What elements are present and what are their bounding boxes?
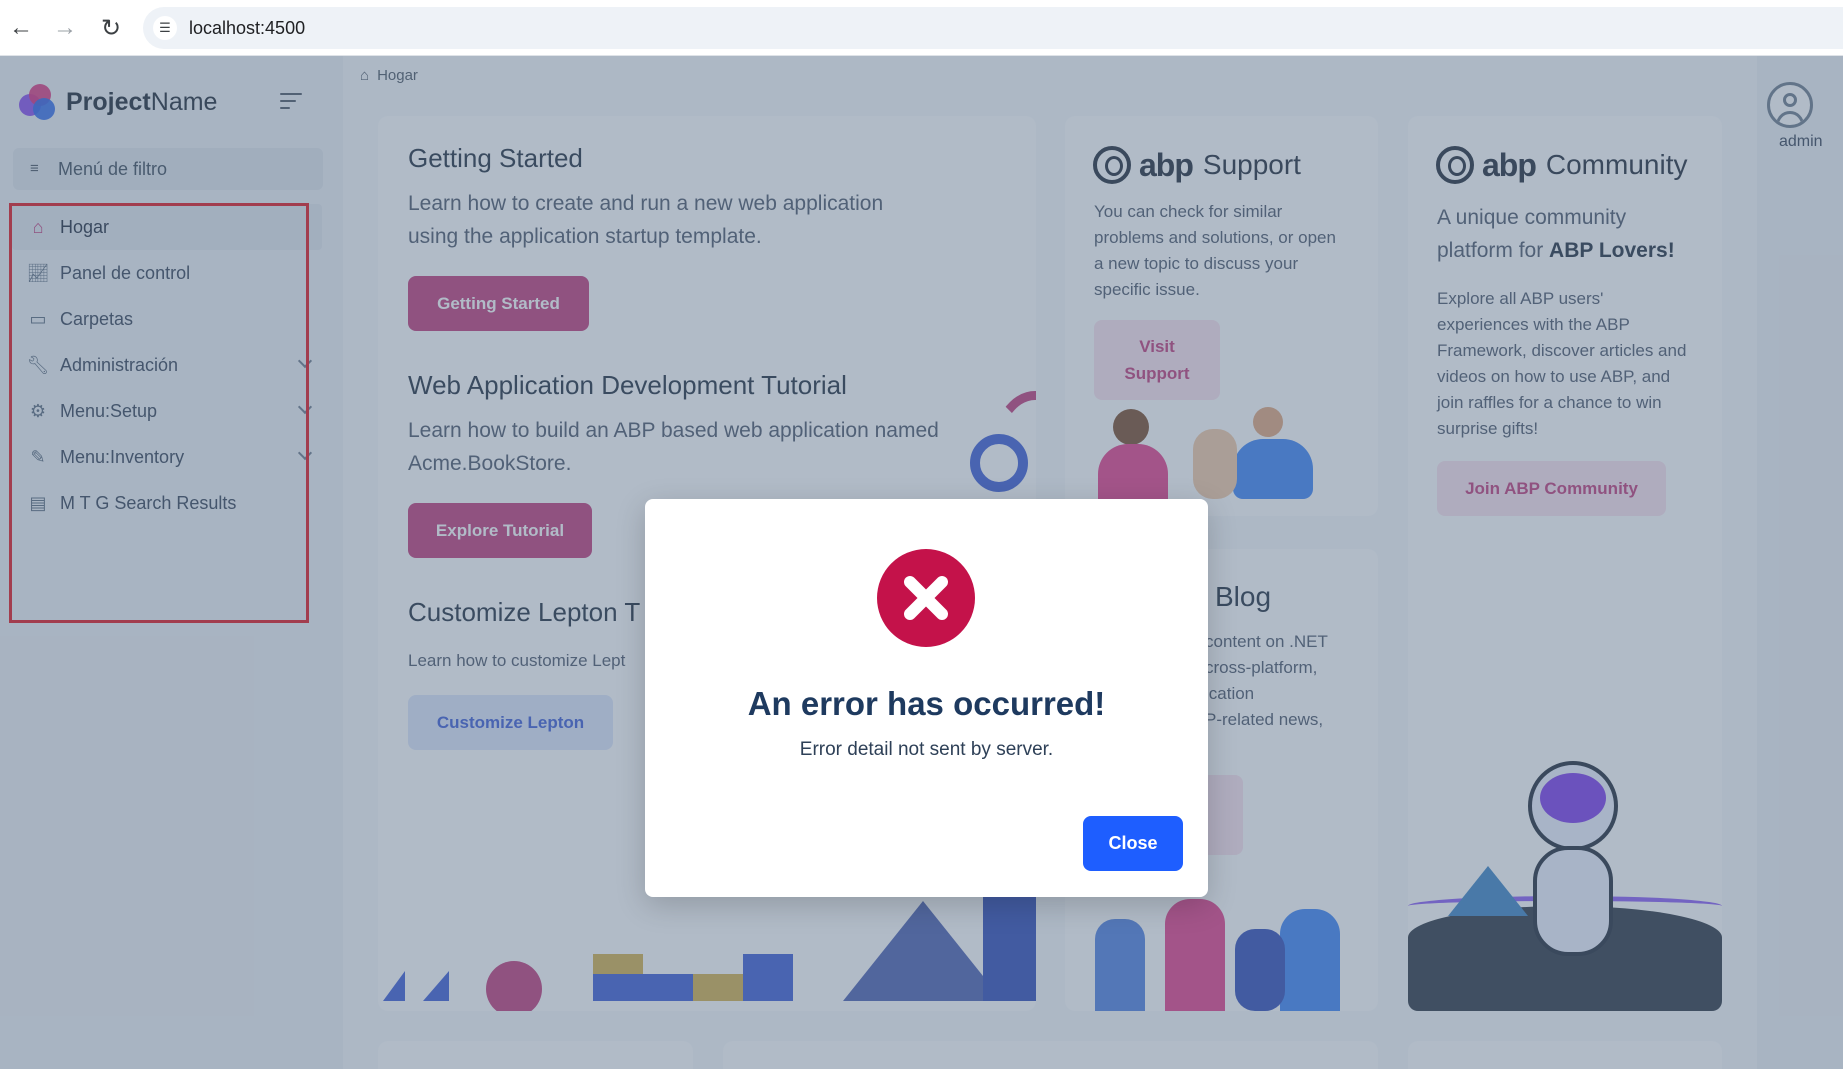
forward-arrow-icon[interactable]: → [49,12,81,44]
error-x-icon [877,549,975,647]
address-bar[interactable]: ☰ localhost:4500 [143,7,1843,49]
browser-toolbar: ← → ↻ ☰ localhost:4500 [0,0,1843,56]
error-detail: Error detail not sent by server. [799,739,1054,760]
site-settings-icon[interactable]: ☰ [153,16,177,40]
reload-icon[interactable]: ↻ [95,12,127,44]
error-title: An error has occurred! [747,685,1106,722]
close-button[interactable]: Close [1083,816,1183,871]
error-dialog: An error has occurred! Error detail not … [645,499,1208,897]
back-arrow-icon[interactable]: ← [5,12,37,44]
url-text: localhost:4500 [189,18,306,38]
